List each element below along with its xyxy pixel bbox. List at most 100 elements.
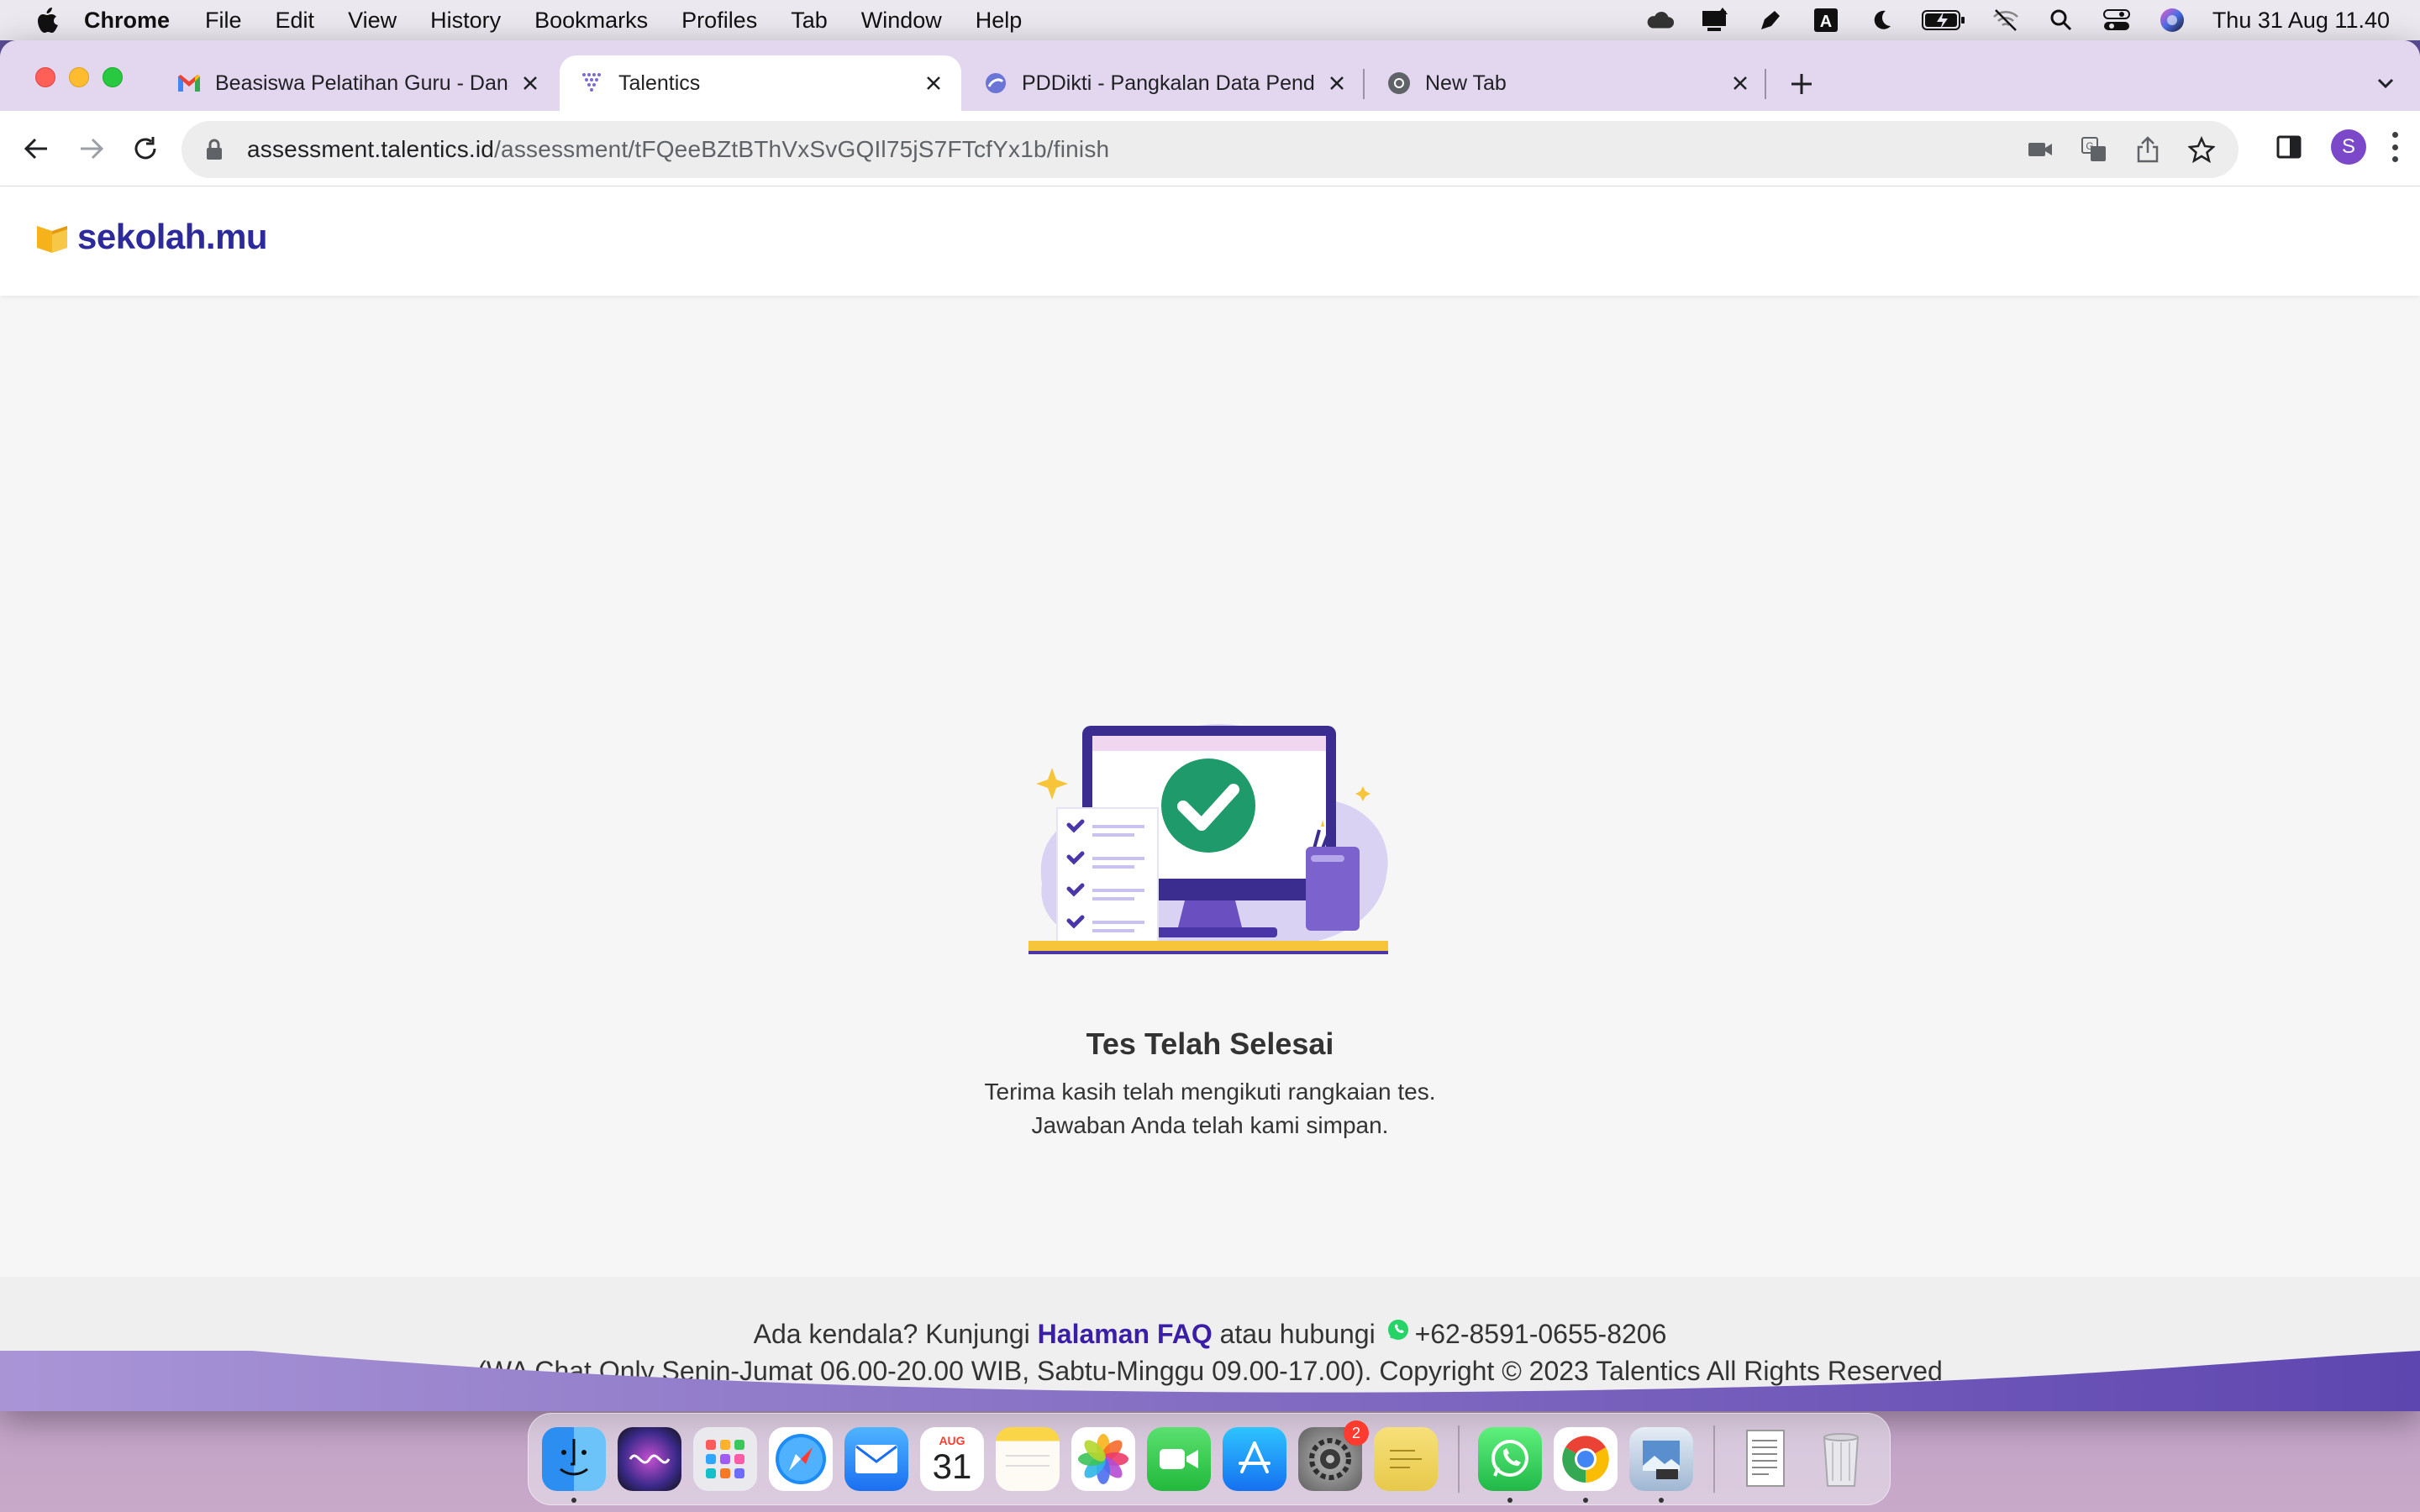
creative-cloud-icon[interactable] (1644, 8, 1675, 33)
menu-edit[interactable]: Edit (276, 8, 315, 34)
toolbar-right-actions: S (2275, 129, 2400, 165)
menu-bar-clock[interactable]: Thu 31 Aug 11.40 (2212, 8, 2390, 34)
url-host: assessment.talentics.id (247, 136, 495, 162)
url-text[interactable]: assessment.talentics.id/assessment/tFQee… (247, 136, 1109, 163)
back-button[interactable] (18, 131, 54, 166)
menu-help[interactable]: Help (976, 8, 1023, 34)
tab-search-button[interactable] (2373, 71, 2398, 96)
notes-icon[interactable] (996, 1427, 1060, 1491)
tab-title: Beasiswa Pelatihan Guru - Dana (215, 71, 509, 95)
facetime-icon[interactable] (1147, 1427, 1211, 1491)
tab-new-tab[interactable]: New Tab (1366, 55, 1768, 111)
calendar-icon[interactable]: AUG 31 (920, 1427, 984, 1491)
profile-avatar[interactable]: S (2331, 129, 2366, 165)
tab-title: New Tab (1425, 71, 1507, 95)
share-icon[interactable] (2131, 133, 2165, 166)
chevron-down-icon (2377, 78, 2394, 89)
spotlight-search-icon[interactable] (2046, 8, 2076, 33)
arrow-left-icon (24, 138, 47, 160)
notification-badge: 2 (1344, 1420, 1369, 1446)
tab-gmail[interactable]: Beasiswa Pelatihan Guru - Dana (156, 55, 558, 111)
page-title: Tes Telah Selesai (1086, 1026, 1334, 1061)
page-content: sekolah.mu Tes Telah Selesai Terima kasi… (0, 186, 2420, 1411)
siri-icon[interactable] (2157, 8, 2187, 33)
new-tab-button[interactable] (1786, 69, 1817, 99)
zoom-window-button[interactable] (103, 67, 123, 87)
battery-charging-icon[interactable] (1921, 8, 1965, 33)
apple-logo-icon[interactable] (35, 7, 59, 34)
chrome-icon[interactable] (1554, 1427, 1618, 1503)
message-line: Terima kasih telah mengikuti rangkaian t… (984, 1079, 1436, 1105)
bookmark-star-icon[interactable] (2185, 133, 2218, 166)
close-tab-icon[interactable] (518, 71, 543, 96)
footer-middle: atau hubungi (1212, 1319, 1383, 1349)
tab-separator (1363, 69, 1365, 99)
check-circle-icon (1161, 759, 1255, 853)
focus-moon-icon[interactable] (1866, 8, 1897, 33)
document-icon[interactable] (1733, 1427, 1797, 1491)
calendar-month: AUG (939, 1434, 965, 1447)
siri-icon[interactable] (618, 1427, 681, 1491)
close-tab-icon[interactable] (1728, 71, 1753, 96)
window-controls (35, 67, 136, 87)
faq-link[interactable]: Halaman FAQ (1038, 1319, 1213, 1349)
forward-button[interactable] (74, 131, 109, 166)
notification-icon[interactable] (1700, 8, 1730, 33)
lock-icon[interactable] (205, 138, 224, 161)
arrow-right-icon (81, 138, 104, 160)
tab-strip: Beasiswa Pelatihan Guru - Dana Talentics (0, 40, 2420, 111)
menu-profiles[interactable]: Profiles (681, 8, 757, 34)
reload-button[interactable] (128, 131, 163, 166)
address-bar[interactable]: assessment.talentics.id/assessment/tFQee… (182, 121, 2238, 178)
tab-separator (1765, 69, 1766, 99)
sekolahmu-logo[interactable]: sekolah.mu (35, 217, 268, 257)
talentics-icon (580, 71, 605, 96)
sparkle-icon (1355, 786, 1370, 801)
tab-pddikti[interactable]: PDDikti - Pangkalan Data Pendi (963, 55, 1365, 111)
mail-icon[interactable] (844, 1427, 908, 1491)
safari-icon[interactable] (769, 1427, 833, 1491)
menu-tab[interactable]: Tab (791, 8, 828, 34)
launchpad-icon[interactable] (693, 1427, 757, 1491)
input-source-icon[interactable]: A (1811, 8, 1841, 33)
calendar-day: 31 (932, 1446, 972, 1486)
macos-menu-bar: Chrome File Edit View History Bookmarks … (0, 0, 2420, 40)
completion-message: Terima kasih telah mengikuti rangkaian t… (0, 1075, 2420, 1142)
menu-file[interactable]: File (205, 8, 242, 34)
support-phone[interactable]: +62-8591-0655-8206 (1415, 1319, 1667, 1349)
menu-bookmarks[interactable]: Bookmarks (534, 8, 648, 34)
system-settings-icon[interactable]: 2 (1298, 1420, 1369, 1491)
trash-icon[interactable] (1809, 1427, 1873, 1491)
minimize-window-button[interactable] (69, 67, 89, 87)
pen-icon[interactable] (1755, 8, 1786, 33)
macos-dock: AUG 31 2 (528, 1413, 1891, 1505)
message-line: Jawaban Anda telah kami simpan. (1031, 1112, 1389, 1138)
menu-view[interactable]: View (348, 8, 397, 34)
whatsapp-icon[interactable] (1478, 1427, 1542, 1503)
tab-title: Talentics (618, 71, 701, 95)
wifi-off-icon[interactable] (1991, 8, 2021, 33)
close-window-button[interactable] (35, 67, 55, 87)
camera-blocked-icon[interactable] (2023, 133, 2057, 166)
app-store-icon[interactable] (1223, 1427, 1286, 1491)
menu-window[interactable]: Window (861, 8, 942, 34)
close-tab-icon[interactable] (921, 71, 946, 96)
book-logo-icon (37, 226, 67, 253)
stickies-icon[interactable] (1374, 1427, 1438, 1491)
browser-toolbar: assessment.talentics.id/assessment/tFQee… (0, 111, 2420, 186)
url-path: /assessment/tFQeeBZtBThVxSvGQIl75jS7FTcf… (494, 136, 1110, 162)
tab-talentics[interactable]: Talentics (560, 55, 961, 111)
photos-icon[interactable] (1071, 1427, 1135, 1491)
svg-text:G: G (2086, 140, 2093, 152)
chrome-menu-icon[interactable] (2390, 132, 2400, 162)
footer-prefix: Ada kendala? Kunjungi (753, 1319, 1038, 1349)
preview-icon[interactable] (1629, 1427, 1693, 1503)
control-center-icon[interactable] (2102, 8, 2132, 33)
translate-icon[interactable]: G (2077, 133, 2111, 166)
menu-history[interactable]: History (430, 8, 501, 34)
tab-title: PDDikti - Pangkalan Data Pendi (1022, 71, 1316, 95)
finder-icon[interactable] (542, 1427, 606, 1503)
close-tab-icon[interactable] (1324, 71, 1349, 96)
side-panel-icon[interactable] (2275, 134, 2302, 160)
menu-app-chrome[interactable]: Chrome (84, 8, 170, 34)
